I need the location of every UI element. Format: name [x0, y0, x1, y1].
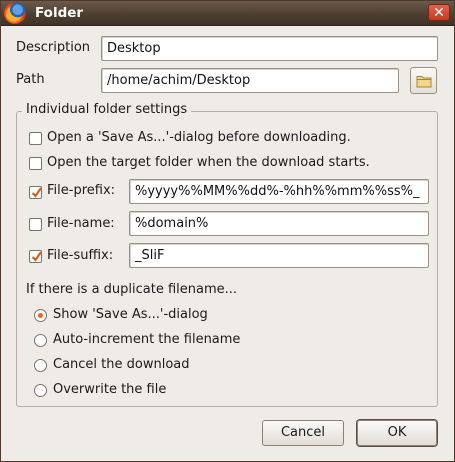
show-save-as-label: Show 'Save As...'-dialog [53, 307, 208, 322]
file-suffix-label: File-suffix: [47, 248, 114, 263]
auto-increment-label: Auto-increment the filename [53, 332, 241, 347]
file-prefix-checkbox[interactable] [29, 186, 42, 199]
save-as-dialog-checkbox[interactable] [29, 132, 42, 145]
cancel-button[interactable]: Cancel [262, 420, 344, 446]
open-target-folder-label: Open the target folder when the download… [47, 155, 370, 170]
cancel-download-label: Cancel the download [53, 357, 190, 372]
auto-increment-radio[interactable] [34, 334, 47, 347]
ok-button[interactable]: OK [357, 420, 437, 446]
file-name-checkbox[interactable] [29, 218, 42, 231]
browse-folder-button[interactable] [410, 67, 437, 94]
folder-icon [416, 76, 432, 88]
description-field[interactable]: Desktop [101, 36, 438, 61]
file-name-field[interactable]: %domain% [129, 211, 429, 236]
path-label: Path [16, 72, 45, 87]
close-button[interactable]: ✕ [428, 4, 450, 21]
checkmark-icon [31, 251, 42, 262]
file-name-label: File-name: [47, 216, 115, 231]
checkmark-icon [31, 187, 42, 198]
file-suffix-field[interactable]: _SliF [129, 243, 429, 268]
cancel-download-radio[interactable] [34, 359, 47, 372]
file-suffix-checkbox[interactable] [29, 250, 42, 263]
duplicate-heading: If there is a duplicate filename... [26, 282, 238, 297]
show-save-as-radio[interactable] [34, 309, 47, 322]
folder-dialog: Folder ✕ Description Desktop Path /home/… [0, 0, 455, 462]
open-target-folder-checkbox[interactable] [29, 157, 42, 170]
overwrite-file-label: Overwrite the file [53, 382, 167, 397]
file-prefix-label: File-prefix: [47, 183, 116, 198]
group-title: Individual folder settings [22, 102, 192, 117]
path-field[interactable]: /home/achim/Desktop [101, 68, 399, 93]
firefox-icon [4, 2, 26, 24]
file-prefix-field[interactable]: %yyyy%%MM%%dd%-%hh%%mm%%ss%_ [129, 179, 429, 204]
title-bar[interactable]: Folder ✕ [1, 1, 454, 26]
description-label: Description [16, 40, 91, 55]
close-icon: ✕ [433, 5, 445, 21]
window-title: Folder [35, 5, 84, 21]
save-as-dialog-label: Open a 'Save As...'-dialog before downlo… [47, 130, 351, 145]
overwrite-file-radio[interactable] [34, 384, 47, 397]
